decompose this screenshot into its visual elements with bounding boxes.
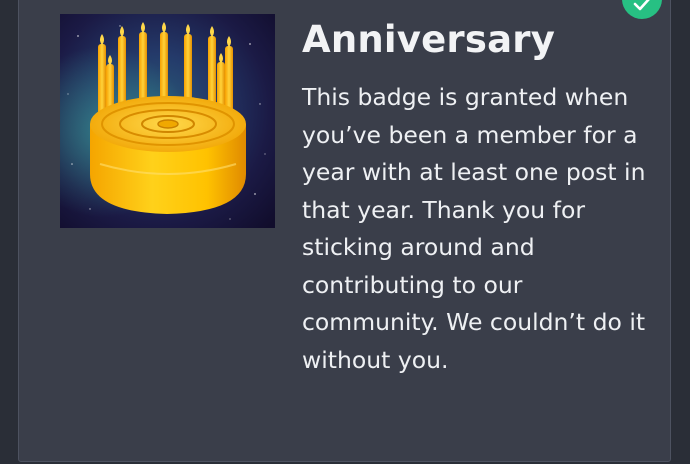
check-icon xyxy=(633,0,650,11)
badge-title: Anniversary xyxy=(302,18,556,61)
badge-description: This badge is granted when you’ve been a… xyxy=(302,83,646,374)
page: Anniversary This badge is granted when y… xyxy=(0,0,690,464)
cake-body xyxy=(90,96,246,214)
cake-icon xyxy=(60,14,275,228)
badge-image xyxy=(60,14,275,228)
badge-card: Anniversary This badge is granted when y… xyxy=(18,0,671,462)
badge-granted-indicator xyxy=(622,0,662,19)
